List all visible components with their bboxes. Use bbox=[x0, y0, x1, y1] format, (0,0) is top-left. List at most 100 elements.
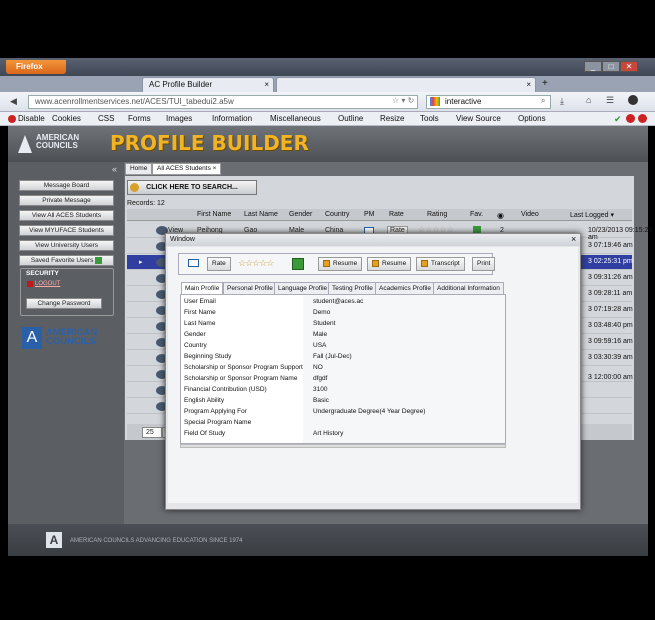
account-icon[interactable] bbox=[628, 95, 638, 105]
security-title: SECURITY bbox=[26, 270, 59, 277]
label-sponsor-support: Scholarship or Sponsor Program Support bbox=[184, 364, 303, 371]
addon-icon[interactable]: ☰ bbox=[606, 95, 614, 106]
cell-last-logged: 3 03:48:40 pm bbox=[588, 322, 633, 329]
label-sponsor-name: Scholarship or Sponsor Program Name bbox=[184, 375, 298, 382]
saved-favorite-users-button[interactable]: Saved Favorite Users bbox=[19, 255, 114, 266]
new-tab-button[interactable]: + bbox=[542, 78, 548, 89]
resume-button-1[interactable]: Resume bbox=[318, 257, 363, 271]
close-devbar-icon[interactable] bbox=[638, 114, 647, 123]
footer-text: AMERICAN COUNCILS ADVANCING EDUCATION SI… bbox=[70, 538, 243, 544]
col-rate[interactable]: Rate bbox=[389, 211, 404, 218]
cell-last-logged: 3 09:28:11 am bbox=[588, 290, 633, 297]
change-password-button[interactable]: Change Password bbox=[26, 298, 102, 309]
message-board-button[interactable]: Message Board bbox=[19, 180, 114, 191]
american-councils-sidebar-logo-mark: A bbox=[22, 327, 42, 349]
search-input[interactable]: interactive bbox=[426, 95, 551, 109]
search-icon[interactable]: ⌕ bbox=[541, 96, 545, 106]
tab-blank[interactable]: × bbox=[276, 77, 536, 92]
profile-table-scrollbar[interactable] bbox=[180, 444, 506, 448]
cell-last-logged: 3 12:00:00 am bbox=[588, 374, 633, 381]
label-country: Country bbox=[184, 342, 207, 349]
label-english-ability: English Ability bbox=[184, 397, 225, 404]
col-gender[interactable]: Gender bbox=[289, 211, 312, 218]
page-title: PROFILE BUILDER bbox=[110, 131, 309, 155]
tab-close-icon[interactable]: × bbox=[264, 80, 269, 89]
label-last-name: Last Name bbox=[184, 320, 216, 327]
col-video[interactable]: Video bbox=[521, 211, 539, 218]
window-header[interactable] bbox=[166, 234, 580, 246]
devbar-view-source[interactable]: View Source bbox=[456, 114, 501, 123]
favorite-icon bbox=[95, 256, 103, 264]
error-icon[interactable] bbox=[626, 114, 635, 123]
col-pm[interactable]: PM bbox=[364, 211, 375, 218]
tab-ac-profile-builder[interactable]: AC Profile Builder × bbox=[142, 77, 274, 92]
resume-button-2[interactable]: Resume bbox=[367, 257, 412, 271]
label-first-name: First Name bbox=[184, 309, 216, 316]
cell-last-logged: 3 09:59:16 am bbox=[588, 338, 633, 345]
cell-last-logged: 3 02:25:31 pm bbox=[588, 258, 633, 265]
tab-close-icon[interactable]: × bbox=[213, 165, 217, 172]
col-rating[interactable]: Rating bbox=[427, 211, 447, 218]
page-size-select[interactable]: 25 bbox=[142, 427, 162, 438]
devbar-css[interactable]: CSS bbox=[98, 114, 114, 123]
eye-icon: ◉ bbox=[497, 211, 504, 220]
tab-label: AC Profile Builder bbox=[149, 80, 213, 89]
devbar-outline[interactable]: Outline bbox=[338, 114, 363, 123]
disable-icon bbox=[8, 114, 16, 123]
app-header bbox=[8, 126, 648, 162]
firefox-menu-button[interactable]: Firefox bbox=[6, 60, 66, 74]
view-all-aces-students-button[interactable]: View All ACES Students bbox=[19, 210, 114, 221]
check-icon[interactable]: ✔ bbox=[614, 114, 622, 125]
download-icon[interactable]: ⤓ bbox=[560, 96, 564, 107]
col-first-name[interactable]: First Name bbox=[197, 211, 231, 218]
logout-link[interactable]: LOGOUT bbox=[35, 281, 60, 287]
tab-all-aces-students[interactable]: All ACES Students × bbox=[152, 163, 222, 175]
devbar-forms[interactable]: Forms bbox=[128, 114, 151, 123]
message-envelope-icon[interactable] bbox=[188, 259, 199, 267]
devbar-tools[interactable]: Tools bbox=[420, 114, 439, 123]
close-icon[interactable]: × bbox=[571, 234, 576, 244]
back-icon[interactable]: ◀ bbox=[10, 96, 17, 107]
devbar-information[interactable]: Information bbox=[212, 114, 252, 123]
col-country[interactable]: Country bbox=[325, 211, 350, 218]
value-gender: Male bbox=[313, 331, 328, 338]
col-fav[interactable]: Fav. bbox=[470, 211, 483, 218]
american-councils-logo: AMERICAN COUNCILS bbox=[36, 133, 80, 150]
col-last-name[interactable]: Last Name bbox=[244, 211, 278, 218]
devbar-options[interactable]: Options bbox=[518, 114, 546, 123]
transcript-button[interactable]: Transcript bbox=[416, 257, 465, 271]
devbar-resize[interactable]: Resize bbox=[380, 114, 404, 123]
search-button[interactable]: CLICK HERE TO SEARCH... bbox=[127, 180, 257, 195]
tab-close-icon[interactable]: × bbox=[526, 80, 531, 89]
print-button[interactable]: Print bbox=[472, 257, 496, 271]
tab-home[interactable]: Home bbox=[125, 163, 153, 175]
view-university-users-button[interactable]: View University Users bbox=[19, 240, 114, 251]
rating-stars[interactable]: ☆☆☆☆☆ bbox=[238, 258, 274, 269]
american-councils-sidebar-logo: AMERICAN COUNCILS bbox=[46, 327, 98, 347]
devbar-images[interactable]: Images bbox=[166, 114, 192, 123]
home-icon[interactable]: ⌂ bbox=[586, 95, 591, 105]
records-count: Records: 12 bbox=[127, 200, 165, 207]
col-last-logged[interactable]: Last Logged ▾ bbox=[570, 211, 614, 219]
bookmark-star-icon[interactable]: ☆ ▾ ↻ bbox=[392, 96, 414, 105]
value-financial-contribution: 3100 bbox=[313, 386, 328, 393]
value-english-ability: Basic bbox=[313, 397, 329, 404]
rate-button[interactable]: Rate bbox=[207, 257, 231, 271]
footer-logo-icon: A bbox=[46, 532, 62, 548]
cell-last-logged: 3 09:31:26 am bbox=[588, 274, 633, 281]
row-pointer-icon: ▸ bbox=[139, 259, 143, 266]
devbar-disable[interactable]: Disable bbox=[8, 114, 45, 123]
label-financial-contribution: Financial Contribution (USD) bbox=[184, 386, 267, 393]
minimize-button[interactable]: _ bbox=[584, 61, 602, 72]
url-bar[interactable]: www.acenrollmentservices.net/ACES/TUI_ta… bbox=[28, 95, 418, 109]
google-icon bbox=[430, 97, 440, 106]
collapse-sidebar-button[interactable]: « bbox=[112, 164, 117, 174]
devbar-cookies[interactable]: Cookies bbox=[52, 114, 81, 123]
close-window-button[interactable]: ✕ bbox=[620, 61, 638, 72]
private-message-button[interactable]: Private Message bbox=[19, 195, 114, 206]
view-myuface-students-button[interactable]: View MYUFACE Students bbox=[19, 225, 114, 236]
devbar-miscellaneous[interactable]: Miscellaneous bbox=[270, 114, 321, 123]
pencil-icon bbox=[372, 259, 379, 267]
favorite-toggle-icon[interactable] bbox=[292, 258, 304, 270]
maximize-button[interactable]: □ bbox=[602, 61, 620, 72]
